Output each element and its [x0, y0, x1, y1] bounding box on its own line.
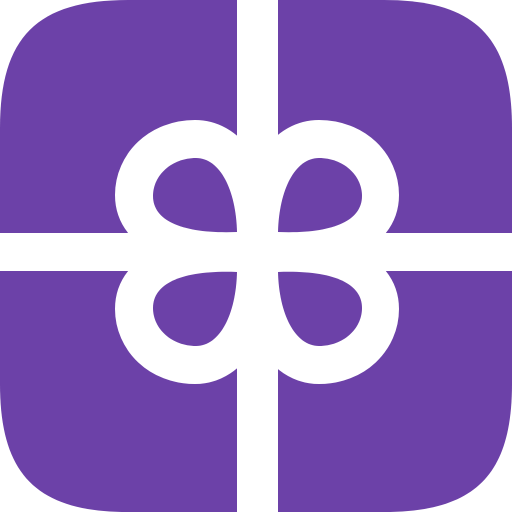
gift-icon: [0, 0, 512, 512]
gift-app-icon: [0, 0, 512, 512]
